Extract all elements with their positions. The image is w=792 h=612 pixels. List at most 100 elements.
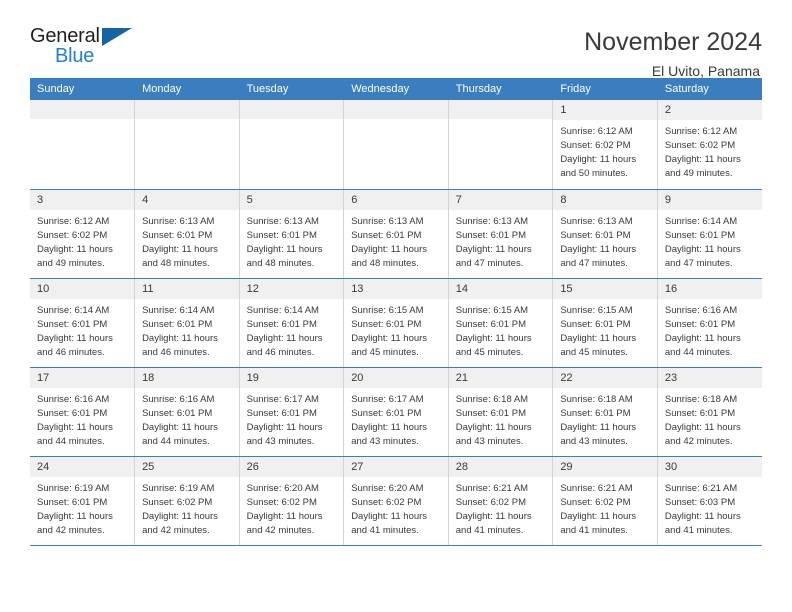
sunset-text: Sunset: 6:01 PM xyxy=(455,407,526,419)
sun-info: Sunrise: 6:18 AM Sunset: 6:01 PM Daylight:… xyxy=(553,388,657,449)
calendar-day-cell[interactable]: 30 Sunrise: 6:21 AM Sunset: 6:03 PM Dayligh… xyxy=(657,456,762,546)
calendar-day-cell[interactable]: 9 Sunrise: 6:14 AM Sunset: 6:01 PM Daylight… xyxy=(657,189,762,279)
sunrise-text: Sunrise: 6:13 AM xyxy=(246,215,319,227)
sunset-text: Sunset: 6:01 PM xyxy=(37,496,108,508)
calendar-header-row: Sunday Monday Tuesday Wednesday Thursday Frid… xyxy=(30,78,762,100)
calendar-day-cell[interactable]: 3 Sunrise: 6:12 AM Sunset: 6:02 PM Daylight… xyxy=(30,189,136,279)
calendar-day-cell[interactable]: 7 Sunrise: 6:13 AM Sunset: 6:01 PM Daylight… xyxy=(448,189,554,279)
calendar-day-cell[interactable]: 5 Sunrise: 6:13 AM Sunset: 6:01 PM Daylight… xyxy=(239,189,345,279)
sun-info: Sunrise: 6:15 AM Sunset: 6:01 PM Daylight:… xyxy=(553,299,657,360)
calendar-day-cell-empty xyxy=(239,100,345,190)
day-cell-inner: 2 Sunrise: 6:12 AM Sunset: 6:02 PM Daylight… xyxy=(657,100,762,189)
general-blue-logo[interactable]: General Blue xyxy=(30,26,138,78)
calendar-week-row: 17 Sunrise: 6:16 AM Sunset: 6:01 PM Dayligh… xyxy=(30,367,762,457)
sun-info: Sunrise: 6:15 AM Sunset: 6:01 PM Daylight:… xyxy=(449,299,553,360)
daylight-text: Daylight: 11 hours and 42 minutes. xyxy=(37,510,113,536)
calendar-day-cell[interactable]: 6 Sunrise: 6:13 AM Sunset: 6:01 PM Daylight… xyxy=(343,189,449,279)
logo-text-blue: Blue xyxy=(55,45,95,67)
daylight-text: Daylight: 11 hours and 48 minutes. xyxy=(246,243,323,269)
day-cell-inner: 15 Sunrise: 6:15 AM Sunset: 6:01 PM Dayligh… xyxy=(553,278,657,367)
day-cell-inner: 3 Sunrise: 6:12 AM Sunset: 6:02 PM Daylight… xyxy=(30,189,135,278)
weekday-header-sunday: Sunday xyxy=(30,78,136,100)
day-number: 12 xyxy=(239,278,344,299)
calendar-day-cell[interactable]: 27 Sunrise: 6:20 AM Sunset: 6:02 PM Dayligh… xyxy=(343,456,449,546)
day-cell-inner: 26 Sunrise: 6:20 AM Sunset: 6:02 PM Dayligh… xyxy=(239,456,344,545)
sunset-text: Sunset: 6:02 PM xyxy=(37,229,108,241)
day-cell-inner: 12 Sunrise: 6:14 AM Sunset: 6:01 PM Dayligh… xyxy=(239,278,344,367)
sun-info: Sunrise: 6:12 AM Sunset: 6:02 PM Daylight:… xyxy=(30,210,134,271)
sunrise-text: Sunrise: 6:13 AM xyxy=(455,215,529,227)
calendar-day-cell[interactable]: 1 Sunrise: 6:12 AM Sunset: 6:02 PM Daylight… xyxy=(552,100,658,190)
day-cell-inner xyxy=(344,100,448,189)
daylight-text: Daylight: 11 hours and 46 minutes. xyxy=(246,332,323,358)
day-cell-inner: 10 Sunrise: 6:14 AM Sunset: 6:01 PM Dayligh… xyxy=(30,278,135,367)
sunset-text: Sunset: 6:01 PM xyxy=(455,318,526,330)
sunrise-text: Sunrise: 6:19 AM xyxy=(142,482,215,494)
sunrise-text: Sunrise: 6:17 AM xyxy=(246,393,319,405)
day-number xyxy=(135,100,239,119)
sun-info: Sunrise: 6:12 AM Sunset: 6:02 PM Daylight:… xyxy=(658,120,762,181)
calendar-day-cell[interactable]: 14 Sunrise: 6:15 AM Sunset: 6:01 PM Dayligh… xyxy=(448,278,554,368)
weekday-header-monday: Monday xyxy=(134,78,240,100)
calendar-day-cell[interactable]: 18 Sunrise: 6:16 AM Sunset: 6:01 PM Dayligh… xyxy=(134,367,240,457)
day-cell-inner: 24 Sunrise: 6:19 AM Sunset: 6:01 PM Dayligh… xyxy=(30,456,135,545)
sun-info: Sunrise: 6:13 AM Sunset: 6:01 PM Daylight:… xyxy=(344,210,448,271)
page-header: General Blue November 2024 El Uvito, Pan… xyxy=(30,0,762,79)
calendar-day-cell-empty xyxy=(448,100,554,190)
calendar-day-cell[interactable]: 19 Sunrise: 6:17 AM Sunset: 6:01 PM Dayligh… xyxy=(239,367,345,457)
sun-info: Sunrise: 6:12 AM Sunset: 6:02 PM Daylight:… xyxy=(553,120,657,181)
daylight-text: Daylight: 11 hours and 41 minutes. xyxy=(664,510,741,536)
sun-info: Sunrise: 6:17 AM Sunset: 6:01 PM Daylight:… xyxy=(240,388,344,449)
calendar-day-cell[interactable]: 28 Sunrise: 6:21 AM Sunset: 6:02 PM Dayligh… xyxy=(448,456,554,546)
calendar-day-cell[interactable]: 4 Sunrise: 6:13 AM Sunset: 6:01 PM Daylight… xyxy=(134,189,240,279)
day-number xyxy=(448,100,553,119)
calendar-day-cell[interactable]: 16 Sunrise: 6:16 AM Sunset: 6:01 PM Dayligh… xyxy=(657,278,762,368)
sunset-text: Sunset: 6:01 PM xyxy=(560,407,631,419)
daylight-text: Daylight: 11 hours and 43 minutes. xyxy=(246,421,323,447)
day-number: 2 xyxy=(657,100,762,121)
calendar-day-cell[interactable]: 10 Sunrise: 6:14 AM Sunset: 6:01 PM Dayligh… xyxy=(30,278,136,368)
sunrise-text: Sunrise: 6:12 AM xyxy=(664,126,738,138)
calendar-day-cell[interactable]: 2 Sunrise: 6:12 AM Sunset: 6:02 PM Daylight… xyxy=(657,100,762,190)
calendar-day-cell[interactable]: 20 Sunrise: 6:17 AM Sunset: 6:01 PM Dayligh… xyxy=(343,367,449,457)
weekday-header-wednesday: Wednesday xyxy=(343,78,449,100)
calendar-day-cell[interactable]: 22 Sunrise: 6:18 AM Sunset: 6:01 PM Dayligh… xyxy=(552,367,658,457)
sunset-text: Sunset: 6:01 PM xyxy=(560,229,631,241)
weekday-header-thursday: Thursday xyxy=(448,78,554,100)
calendar-day-cell[interactable]: 23 Sunrise: 6:18 AM Sunset: 6:01 PM Dayligh… xyxy=(657,367,762,457)
calendar-day-cell[interactable]: 15 Sunrise: 6:15 AM Sunset: 6:01 PM Dayligh… xyxy=(552,278,658,368)
calendar-day-cell[interactable]: 29 Sunrise: 6:21 AM Sunset: 6:02 PM Dayligh… xyxy=(552,456,658,546)
calendar-day-cell-empty xyxy=(134,100,240,190)
sunset-text: Sunset: 6:01 PM xyxy=(37,318,108,330)
sunrise-text: Sunrise: 6:14 AM xyxy=(246,304,319,316)
sunset-text: Sunset: 6:01 PM xyxy=(142,318,213,330)
sunset-text: Sunset: 6:02 PM xyxy=(142,496,213,508)
calendar-day-cell[interactable]: 8 Sunrise: 6:13 AM Sunset: 6:01 PM Daylight… xyxy=(552,189,658,279)
day-cell-inner: 28 Sunrise: 6:21 AM Sunset: 6:02 PM Dayligh… xyxy=(448,456,553,545)
calendar-day-cell[interactable]: 12 Sunrise: 6:14 AM Sunset: 6:01 PM Dayligh… xyxy=(239,278,345,368)
sunset-text: Sunset: 6:01 PM xyxy=(351,318,422,330)
sun-info: Sunrise: 6:13 AM Sunset: 6:01 PM Daylight:… xyxy=(553,210,657,271)
day-cell-inner xyxy=(448,100,553,189)
day-cell-inner: 17 Sunrise: 6:16 AM Sunset: 6:01 PM Dayligh… xyxy=(30,367,135,456)
weekday-header-friday: Friday xyxy=(552,78,658,100)
day-number: 9 xyxy=(657,189,762,210)
calendar-day-cell[interactable]: 17 Sunrise: 6:16 AM Sunset: 6:01 PM Dayligh… xyxy=(30,367,136,457)
calendar-day-cell[interactable]: 26 Sunrise: 6:20 AM Sunset: 6:02 PM Dayligh… xyxy=(239,456,345,546)
sunrise-text: Sunrise: 6:17 AM xyxy=(351,393,424,405)
sunrise-text: Sunrise: 6:15 AM xyxy=(351,304,424,316)
calendar-day-cell[interactable]: 24 Sunrise: 6:19 AM Sunset: 6:01 PM Dayligh… xyxy=(30,456,136,546)
day-number: 15 xyxy=(553,278,657,299)
sunset-text: Sunset: 6:02 PM xyxy=(455,496,526,508)
day-number: 24 xyxy=(30,456,135,477)
day-number: 23 xyxy=(657,367,762,388)
sunset-text: Sunset: 6:02 PM xyxy=(351,496,422,508)
calendar-day-cell[interactable]: 11 Sunrise: 6:14 AM Sunset: 6:01 PM Dayligh… xyxy=(134,278,240,368)
calendar-day-cell[interactable]: 25 Sunrise: 6:19 AM Sunset: 6:02 PM Dayligh… xyxy=(134,456,240,546)
calendar-day-cell[interactable]: 13 Sunrise: 6:15 AM Sunset: 6:01 PM Dayligh… xyxy=(343,278,449,368)
daylight-text: Daylight: 11 hours and 45 minutes. xyxy=(455,332,532,358)
day-number: 16 xyxy=(657,278,762,299)
sunset-text: Sunset: 6:02 PM xyxy=(664,140,736,152)
day-number: 17 xyxy=(30,367,135,388)
calendar-day-cell[interactable]: 21 Sunrise: 6:18 AM Sunset: 6:01 PM Dayligh… xyxy=(448,367,554,457)
